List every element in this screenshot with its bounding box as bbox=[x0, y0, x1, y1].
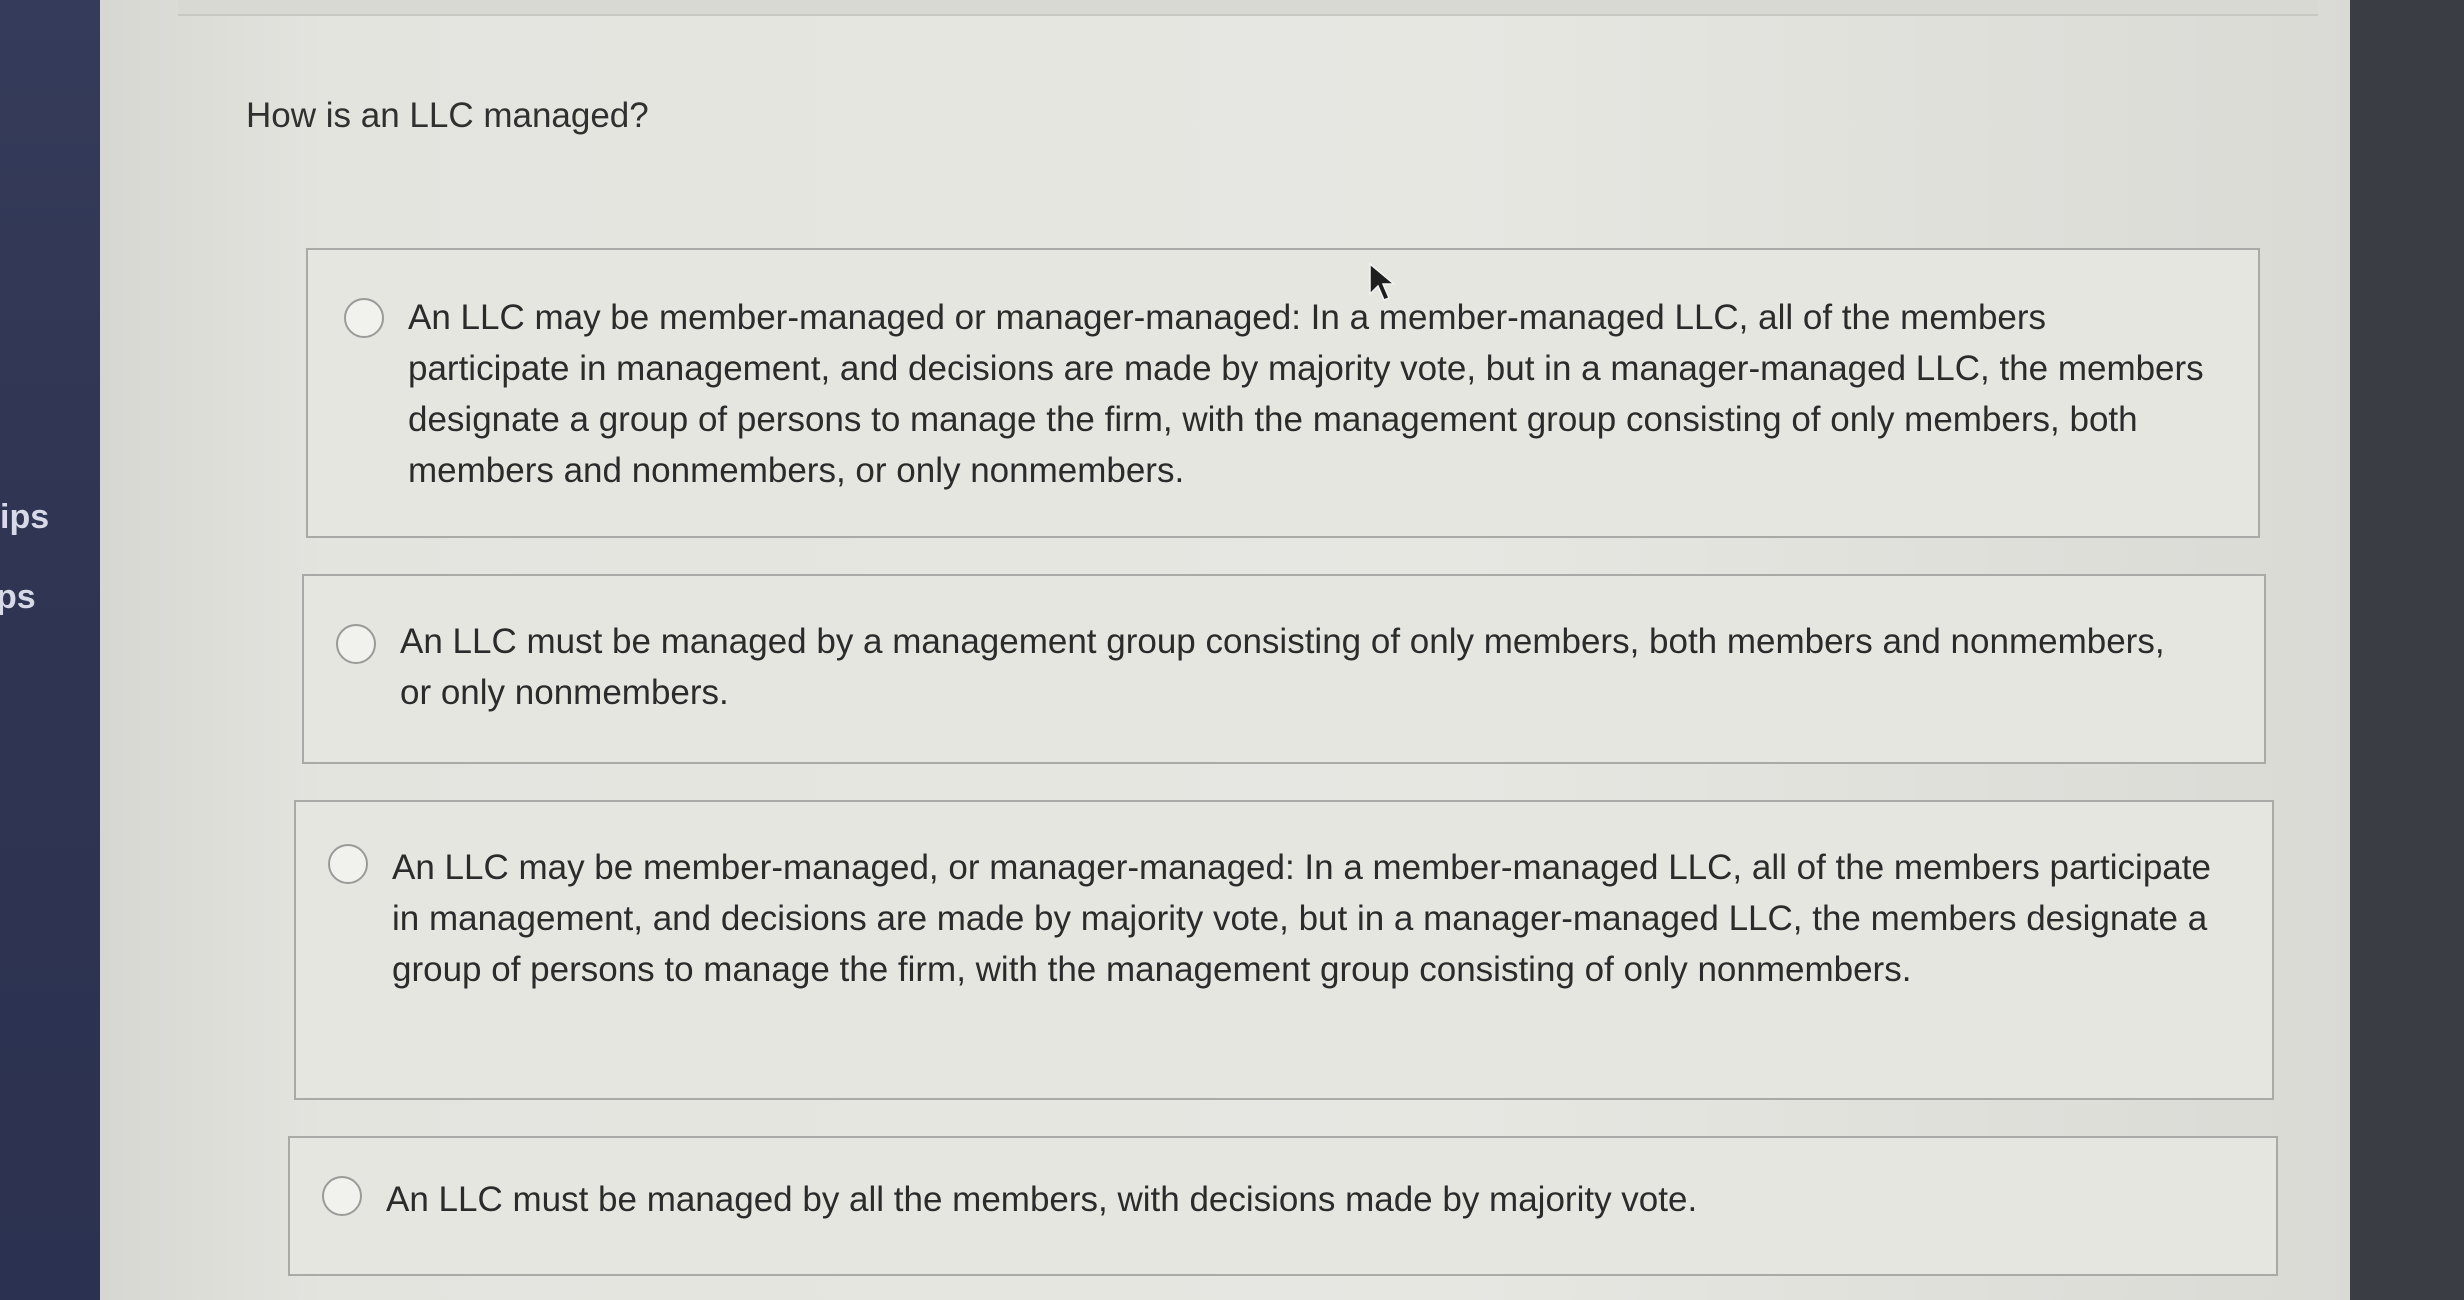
sidebar-item-tips[interactable]: ips bbox=[0, 498, 49, 537]
answer-option-3[interactable]: An LLC may be member-managed, or manager… bbox=[294, 800, 2274, 1100]
right-toolbar bbox=[2350, 0, 2464, 1300]
answer-option-2[interactable]: An LLC must be managed by a management g… bbox=[302, 574, 2266, 764]
answer-option-4[interactable]: An LLC must be managed by all the member… bbox=[288, 1136, 2278, 1276]
answer-option-1[interactable]: An LLC may be member-managed or manager-… bbox=[306, 248, 2260, 538]
top-bar bbox=[178, 0, 2318, 16]
question-text: How is an LLC managed? bbox=[246, 96, 649, 135]
radio-unselected-icon[interactable] bbox=[328, 844, 368, 884]
radio-unselected-icon[interactable] bbox=[336, 624, 376, 664]
screen: ips ps How is an LLC managed? An LLC may… bbox=[0, 0, 2464, 1300]
radio-unselected-icon[interactable] bbox=[344, 298, 384, 338]
option-3-text: An LLC may be member-managed, or manager… bbox=[392, 848, 2211, 989]
mouse-pointer-icon bbox=[1369, 262, 1396, 301]
option-4-text: An LLC must be managed by all the member… bbox=[386, 1180, 1698, 1219]
option-1-text: An LLC may be member-managed or manager-… bbox=[408, 298, 2204, 490]
sidebar-item-ops[interactable]: ps bbox=[0, 578, 36, 617]
left-sidebar: ips ps bbox=[0, 0, 112, 1300]
radio-unselected-icon[interactable] bbox=[322, 1176, 362, 1216]
option-2-text: An LLC must be managed by a management g… bbox=[400, 622, 2165, 712]
